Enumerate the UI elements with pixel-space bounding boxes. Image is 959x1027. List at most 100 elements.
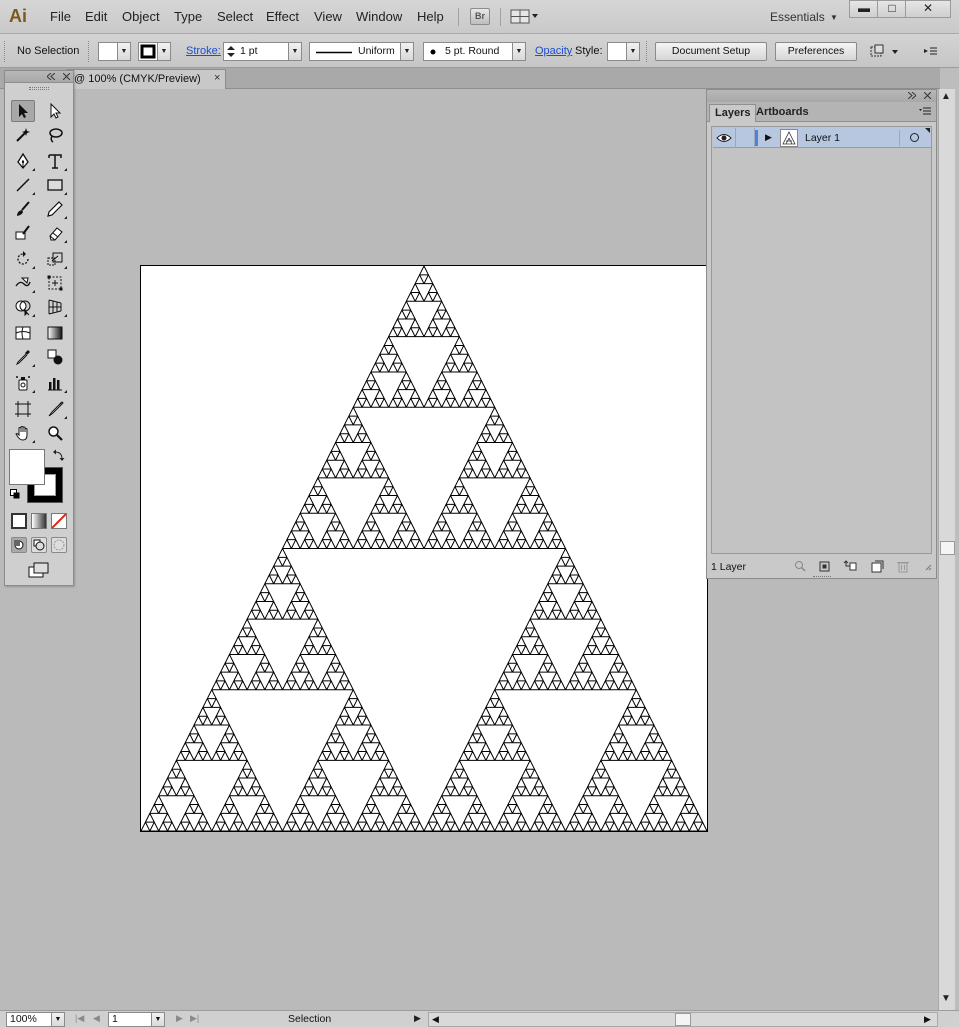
scroll-left-arrow-icon[interactable]: ◀ xyxy=(432,1014,439,1025)
chevron-down-icon[interactable]: ▼ xyxy=(830,13,838,22)
new-layer-icon[interactable] xyxy=(870,560,884,573)
profile-dropdown[interactable]: ▼ xyxy=(400,42,414,61)
variable-width-profile[interactable]: Uniform xyxy=(309,42,401,61)
maximize-button[interactable]: □ xyxy=(877,0,907,18)
default-colors-icon[interactable] xyxy=(10,489,20,499)
brush-definition[interactable]: 5 pt. Round xyxy=(423,42,513,61)
blend-tool[interactable] xyxy=(43,346,67,368)
brush-dropdown[interactable]: ▼ xyxy=(512,42,526,61)
menu-select[interactable]: Select xyxy=(217,9,253,24)
menu-help[interactable]: Help xyxy=(417,9,444,24)
layers-panel-header[interactable] xyxy=(707,90,936,102)
current-tool-status[interactable]: Selection xyxy=(288,1013,331,1025)
stroke-weight-field[interactable]: 1 pt xyxy=(223,42,289,61)
none-mode-button[interactable] xyxy=(51,513,67,529)
first-artboard-icon[interactable]: |◀ xyxy=(75,1013,84,1024)
horizontal-scrollbar[interactable]: ◀ ▶ xyxy=(428,1012,938,1027)
resize-grip-icon[interactable] xyxy=(922,560,932,573)
pen-tool[interactable] xyxy=(11,150,35,172)
zoom-field[interactable]: 100% xyxy=(6,1012,52,1027)
delete-layer-icon[interactable] xyxy=(896,560,910,573)
visibility-eye-icon[interactable] xyxy=(716,131,732,145)
stroke-panel-link[interactable]: Stroke: xyxy=(186,45,221,57)
locate-object-icon[interactable] xyxy=(793,560,807,573)
close-panel-icon[interactable] xyxy=(924,92,931,99)
panel-menu-icon[interactable] xyxy=(919,106,931,116)
document-setup-button[interactable]: Document Setup xyxy=(655,42,767,61)
draw-behind-button[interactable] xyxy=(31,537,47,553)
tools-panel-header[interactable] xyxy=(5,71,73,83)
screen-mode-button[interactable] xyxy=(27,561,51,581)
tab-artboards[interactable]: Artboards xyxy=(751,104,814,122)
tab-layers[interactable]: Layers xyxy=(709,104,757,122)
control-bar-menu-icon[interactable] xyxy=(922,43,938,59)
gradient-tool[interactable] xyxy=(43,322,67,344)
stepper-icon[interactable] xyxy=(226,45,236,58)
target-circle-icon[interactable] xyxy=(910,133,919,142)
status-menu-arrow-icon[interactable]: ▶ xyxy=(414,1013,421,1024)
graphic-style-swatch[interactable] xyxy=(607,42,627,61)
sierpinski-path[interactable] xyxy=(141,266,707,831)
draw-normal-button[interactable] xyxy=(11,537,27,553)
rectangle-tool[interactable] xyxy=(43,174,67,196)
close-panel-icon[interactable] xyxy=(63,73,70,80)
symbol-sprayer-tool[interactable] xyxy=(11,372,35,394)
arrange-documents-button[interactable] xyxy=(510,9,540,24)
mesh-tool[interactable] xyxy=(11,322,35,344)
close-button[interactable]: ✕ xyxy=(905,0,951,18)
scroll-down-arrow-icon[interactable]: ▼ xyxy=(941,993,951,1004)
next-artboard-icon[interactable]: ▶ xyxy=(176,1013,183,1024)
workspace-switcher[interactable]: Essentials xyxy=(770,10,825,24)
new-sublayer-icon[interactable] xyxy=(843,560,857,573)
rotate-tool[interactable] xyxy=(11,248,35,270)
document-tab[interactable]: @ 100% (CMYK/Preview) × xyxy=(66,69,226,89)
type-tool[interactable] xyxy=(43,150,67,172)
vertical-scroll-thumb[interactable] xyxy=(940,541,955,555)
graphic-style-dropdown[interactable]: ▼ xyxy=(626,42,640,61)
free-transform-tool[interactable] xyxy=(43,272,67,294)
direct-selection-tool[interactable] xyxy=(43,100,67,122)
slice-tool[interactable] xyxy=(43,398,67,420)
fill-color-swatch-large[interactable] xyxy=(9,449,45,485)
gradient-mode-button[interactable] xyxy=(31,513,47,529)
selection-tool[interactable] xyxy=(11,100,35,122)
isolate-selected-button[interactable] xyxy=(868,43,902,61)
horizontal-scroll-thumb[interactable] xyxy=(675,1013,691,1026)
menu-effect[interactable]: Effect xyxy=(266,9,299,24)
artboard-tool[interactable] xyxy=(11,398,35,420)
tools-panel-grip[interactable] xyxy=(29,87,49,90)
menu-type[interactable]: Type xyxy=(174,9,202,24)
lasso-tool[interactable] xyxy=(43,124,67,146)
hand-tool[interactable] xyxy=(11,422,35,444)
eyedropper-tool[interactable] xyxy=(11,346,35,368)
close-icon[interactable]: × xyxy=(214,72,220,84)
scale-tool[interactable] xyxy=(43,248,67,270)
stroke-weight-dropdown[interactable]: ▼ xyxy=(288,42,302,61)
vertical-scrollbar[interactable]: ▲ ▼ xyxy=(938,89,955,1010)
stroke-color-swatch[interactable] xyxy=(138,42,158,61)
color-mode-button[interactable] xyxy=(11,513,27,529)
draw-inside-button[interactable] xyxy=(51,537,67,553)
pencil-tool[interactable] xyxy=(43,198,67,220)
preferences-button[interactable]: Preferences xyxy=(775,42,857,61)
stroke-color-dropdown[interactable]: ▼ xyxy=(157,42,171,61)
zoom-dropdown[interactable]: ▼ xyxy=(51,1012,65,1027)
perspective-grid-tool[interactable] xyxy=(43,296,67,318)
swap-fill-stroke-icon[interactable] xyxy=(53,449,65,464)
menu-file[interactable]: File xyxy=(50,9,71,24)
artboard[interactable] xyxy=(140,265,708,832)
make-clipping-mask-icon[interactable] xyxy=(818,560,832,573)
expand-layer-icon[interactable]: ▶ xyxy=(765,132,772,143)
sierpinski-triangle[interactable] xyxy=(141,266,707,831)
artboard-number-field[interactable]: 1 xyxy=(108,1012,152,1027)
fill-dropdown[interactable]: ▼ xyxy=(117,42,131,61)
zoom-tool[interactable] xyxy=(43,422,67,444)
scroll-right-arrow-icon[interactable]: ▶ xyxy=(924,1014,931,1025)
magic-wand-tool[interactable] xyxy=(11,124,35,146)
line-segment-tool[interactable] xyxy=(11,174,35,196)
artboard-dropdown[interactable]: ▼ xyxy=(151,1012,165,1027)
scroll-up-arrow-icon[interactable]: ▲ xyxy=(941,91,951,102)
menu-edit[interactable]: Edit xyxy=(85,9,107,24)
layers-list[interactable]: ▶ Layer 1 xyxy=(711,126,932,554)
control-bar-grip[interactable] xyxy=(4,41,7,62)
